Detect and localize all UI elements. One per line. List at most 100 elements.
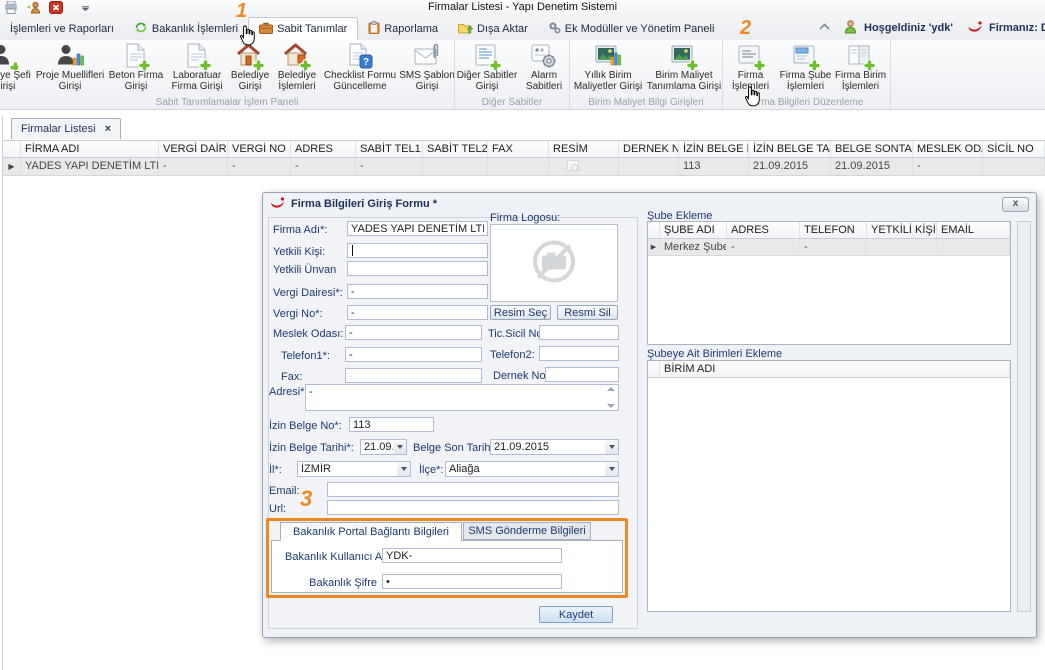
adresi-textarea[interactable]: - xyxy=(305,384,619,411)
button-beton-firma-girisi[interactable]: Beton Firma Girişi xyxy=(106,42,166,92)
chevron-down-icon[interactable] xyxy=(397,462,410,476)
izin-belge-tarihi-combo[interactable]: 21.09.2015 xyxy=(360,439,407,455)
tab-islemleri-ve-raporlari[interactable]: İşlemleri ve Raporları xyxy=(0,18,124,40)
button-yillik-birim-maliyetler-girisi[interactable]: Yıllık Birim Maliyetler Girişi xyxy=(570,42,646,92)
image-add-icon xyxy=(670,43,698,70)
belge-son-tarihi-combo[interactable]: 21.09.2015 xyxy=(490,439,619,455)
column-header[interactable]: YETKİLİ KİŞİ xyxy=(867,222,937,238)
firma-adi-input[interactable] xyxy=(347,221,488,236)
grid-header-row: FİRMA ADI VERGİ DAİRESİ VERGİ NO ADRES S… xyxy=(3,140,1045,158)
chevron-down-icon[interactable] xyxy=(605,440,618,454)
vergi-no-input[interactable] xyxy=(347,305,488,320)
column-header[interactable]: ŞUBE ADI xyxy=(660,222,727,238)
button-laboratuar-firma-girisi[interactable]: Laboratuar Firma Girişi xyxy=(166,42,228,92)
envelope-icon xyxy=(413,43,441,70)
field-label: Telefon2: xyxy=(490,349,535,361)
tab-sabit-tanimlar[interactable]: Sabit Tanımlar xyxy=(248,17,358,40)
chevron-down-icon[interactable] xyxy=(393,440,406,454)
column-header[interactable]: İZİN BELGE NO xyxy=(679,141,749,157)
field-label: Vergi No*: xyxy=(273,308,323,320)
row-marker: ▶ xyxy=(648,239,660,255)
button-alarm-sabitleri[interactable]: Alarm Sabitleri xyxy=(519,42,569,92)
column-header[interactable]: İZİN BELGE TARİH xyxy=(749,141,831,157)
column-header[interactable]: SABİT TEL1 xyxy=(356,141,423,157)
fax-input[interactable] xyxy=(345,368,482,383)
column-header[interactable]: SİCİL NO xyxy=(983,141,1045,157)
tab-sms-gonderme[interactable]: SMS Gönderme Bilgileri xyxy=(463,522,591,540)
firmalar-grid: FİRMA ADI VERGİ DAİRESİ VERGİ NO ADRES S… xyxy=(3,140,1045,176)
field-label: Meslek Odası: xyxy=(273,328,343,340)
group-caption: Sabit Tanımlamalar İşlem Paneli xyxy=(0,97,454,108)
yetkili-unvan-input[interactable] xyxy=(347,261,488,276)
close-dialog-button[interactable]: x xyxy=(1002,197,1029,212)
dialog-title: Firma Bilgileri Giriş Formu * xyxy=(291,198,437,210)
table-row[interactable]: ▶ YADES YAPI DENETİM LTD.ŞTİ. - - - - 11… xyxy=(3,158,1045,176)
tab-ek-moduller[interactable]: Ek Modüller ve Yönetim Paneli xyxy=(538,18,725,40)
button-firma-birim-islemleri[interactable]: Firma Birim İşlemleri xyxy=(833,42,888,92)
column-header[interactable]: BELGE SONTARİH xyxy=(831,141,913,157)
tab-firmalar-listesi[interactable]: Firmalar Listesi × xyxy=(11,118,121,139)
url-input[interactable] xyxy=(327,500,619,515)
button-diger-sabitler-girisi[interactable]: Diğer Sabitler Girişi xyxy=(455,42,519,92)
close-red-icon[interactable] xyxy=(49,1,63,14)
field-label: Firma Adı*: xyxy=(273,224,327,236)
bakanlik-sifre-input[interactable] xyxy=(382,574,562,589)
right-scroll-strip[interactable] xyxy=(1017,221,1031,612)
button-proje-muellifleri-girisi[interactable]: Proje Muellifleri Girişi xyxy=(34,42,106,92)
vergi-dairesi-input[interactable] xyxy=(347,284,488,299)
column-header[interactable]: FİRMA ADI xyxy=(21,141,159,157)
chevron-down-icon[interactable] xyxy=(81,5,90,11)
column-header[interactable]: ADRES xyxy=(291,141,356,157)
column-header[interactable]: BİRİM ADI xyxy=(660,361,1010,377)
tab-raporlama[interactable]: Raporlama xyxy=(358,18,448,40)
button-belediye-islemleri[interactable]: Belediye İşlemleri xyxy=(272,42,322,92)
column-header[interactable]: ADRES xyxy=(727,222,800,238)
close-tab-icon[interactable]: × xyxy=(105,123,111,135)
print-icon[interactable] xyxy=(4,1,18,14)
column-header[interactable]: MESLEK ODASI xyxy=(913,141,983,157)
resim-sec-button[interactable]: Resim Seç xyxy=(490,305,551,320)
column-header[interactable]: SABİT TEL2 xyxy=(423,141,488,157)
column-header[interactable]: VERGİ NO xyxy=(228,141,291,157)
bakanlik-kullanici-input[interactable] xyxy=(382,548,562,563)
field-label: İzin Belge No*: xyxy=(269,420,342,432)
meslek-odasi-input[interactable] xyxy=(345,325,482,340)
button-santiye-sefi-girisi[interactable]: Şantiye Şefi Girişi xyxy=(0,42,34,92)
telefon2-input[interactable] xyxy=(539,346,619,361)
email-input[interactable] xyxy=(327,482,619,497)
column-header[interactable]: FAX xyxy=(488,141,549,157)
chevron-down-icon[interactable] xyxy=(605,462,618,476)
tab-disa-aktar[interactable]: Dışa Aktar xyxy=(448,18,538,40)
field-label: Adresi*: xyxy=(269,386,308,398)
firma-bilgileri-dialog: Firma Bilgileri Giriş Formu * x Firma Ad… xyxy=(262,192,1037,638)
firm-text: Firmanız: DENE xyxy=(989,22,1045,34)
column-header[interactable]: TELEFON xyxy=(800,222,867,238)
add-user-icon[interactable] xyxy=(26,1,41,14)
telefon1-input[interactable] xyxy=(345,347,482,362)
column-header[interactable]: DERNEK NO xyxy=(619,141,679,157)
list-add-icon xyxy=(473,43,501,70)
column-header[interactable]: VERGİ DAİRESİ xyxy=(159,141,228,157)
resmi-sil-button[interactable]: Resmi Sil xyxy=(557,305,618,320)
group-caption: Birim Maliyet Bilgi Girişleri xyxy=(570,97,722,108)
button-birim-maliyet-tanimlama-girisi[interactable]: Birim Maliyet Tanımlama Girişi xyxy=(646,42,722,92)
logo-label: Firma Logosu: xyxy=(490,212,560,224)
yetkili-kisi-input[interactable] xyxy=(347,243,488,258)
table-row[interactable]: ▶ Merkez Şube - - xyxy=(648,239,1010,256)
ilce-combo[interactable]: Aliağa xyxy=(445,461,619,477)
column-header[interactable]: RESİM xyxy=(549,141,619,157)
tic-sicil-no-input[interactable] xyxy=(539,325,619,340)
button-checklist-formu-guncelleme[interactable]: ? Checklist Formu Güncelleme xyxy=(322,42,398,92)
tab-bakanlik-islemleri[interactable]: Bakanlık İşlemleri xyxy=(124,18,248,40)
kaydet-button[interactable]: Kaydet xyxy=(539,606,613,623)
tab-bakanlik-portal[interactable]: Bakanlık Portal Bağlantı Bilgileri xyxy=(280,522,462,541)
izin-belge-no-input[interactable] xyxy=(349,417,434,432)
button-sms-sablon-girisi[interactable]: SMS Şablon Girişi xyxy=(398,42,455,92)
dernek-no-input[interactable] xyxy=(545,367,619,382)
phone-swoosh-icon xyxy=(968,20,982,36)
scroll-arrows[interactable] xyxy=(607,387,616,408)
chevron-up-icon[interactable] xyxy=(818,22,831,34)
column-header[interactable]: EMAİL xyxy=(937,222,1010,238)
button-firma-sube-islemleri[interactable]: Firma Şube İşlemleri xyxy=(778,42,833,92)
il-combo[interactable]: İZMİR xyxy=(297,461,411,477)
